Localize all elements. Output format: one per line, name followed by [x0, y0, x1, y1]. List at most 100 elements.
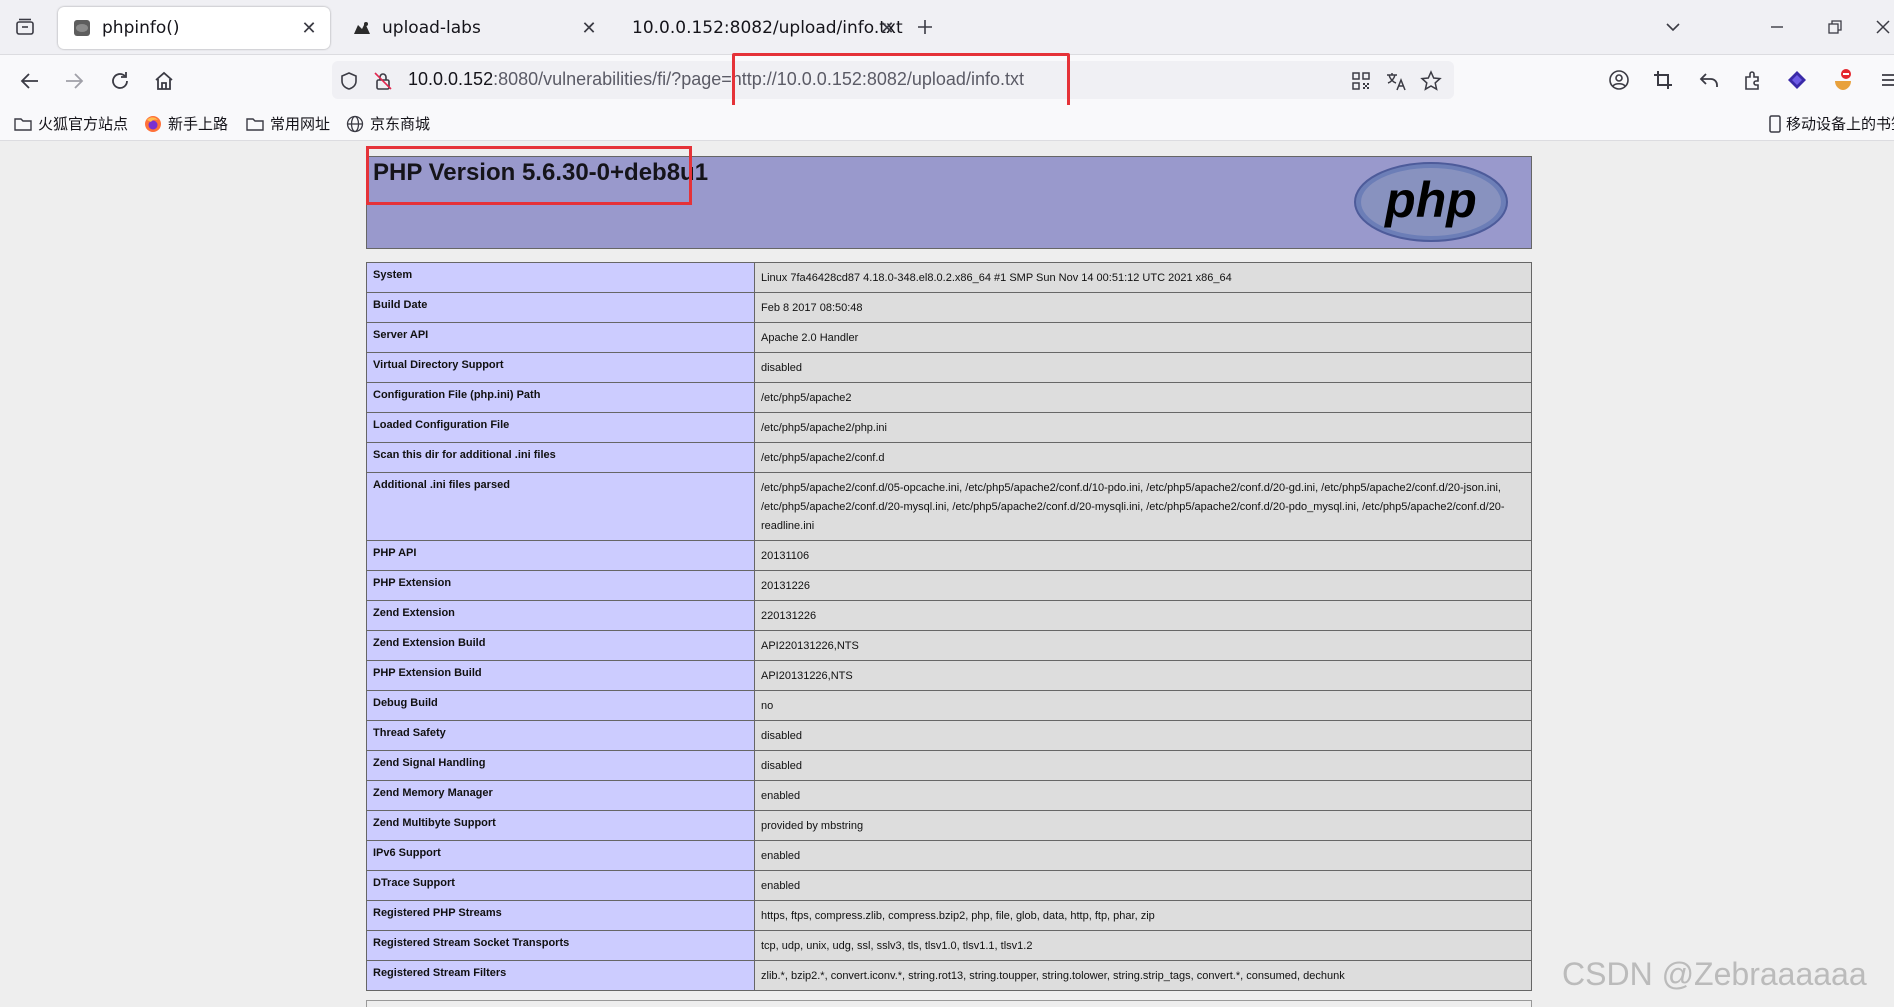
- next-table-edge: [366, 1000, 1532, 1007]
- crop-screenshot-icon[interactable]: [1650, 67, 1676, 93]
- navigation-bar: 10.0.0.152:8080/vulnerabilities/fi/?page…: [0, 55, 1894, 105]
- info-value: disabled: [754, 750, 1532, 781]
- extension-layers-icon[interactable]: [1784, 67, 1810, 93]
- info-key: System: [366, 262, 755, 293]
- info-value: https, ftps, compress.zlib, compress.bzi…: [754, 900, 1532, 931]
- reload-icon[interactable]: [106, 67, 134, 95]
- tab-phpinfo[interactable]: phpinfo() ✕: [58, 7, 330, 49]
- table-row: PHP API 20131106: [366, 540, 1532, 571]
- info-key: DTrace Support: [366, 870, 755, 901]
- info-key: Additional .ini files parsed: [366, 472, 755, 541]
- bookmark-label: 京东商城: [370, 115, 431, 133]
- star-bookmark-icon[interactable]: [1420, 70, 1442, 92]
- info-value: disabled: [754, 352, 1532, 383]
- url-text[interactable]: 10.0.0.152:8080/vulnerabilities/fi/?page…: [408, 69, 1024, 90]
- info-key: Zend Extension Build: [366, 630, 755, 661]
- table-row: DTrace Support enabled: [366, 870, 1532, 901]
- table-row: Zend Memory Manager enabled: [366, 780, 1532, 811]
- tab-title: upload-labs: [382, 18, 481, 38]
- globe-icon: [346, 115, 364, 133]
- bookmark-label: 移动设备上的书签: [1786, 115, 1894, 133]
- info-key: Debug Build: [366, 690, 755, 721]
- info-value: tcp, udp, unix, udg, ssl, sslv3, tls, tl…: [754, 930, 1532, 961]
- qr-code-icon[interactable]: [1350, 70, 1372, 92]
- menu-icon[interactable]: [1876, 67, 1894, 93]
- info-key: Zend Extension: [366, 600, 755, 631]
- translate-icon[interactable]: [1385, 70, 1407, 92]
- shield-icon[interactable]: [338, 70, 360, 92]
- info-value: zlib.*, bzip2.*, convert.iconv.*, string…: [754, 960, 1532, 991]
- tab-list-icon[interactable]: [12, 14, 38, 40]
- table-row: Registered Stream Socket Transports tcp, …: [366, 930, 1532, 961]
- info-key: PHP Extension: [366, 570, 755, 601]
- info-key: Zend Memory Manager: [366, 780, 755, 811]
- info-value: API20131226,NTS: [754, 660, 1532, 691]
- bookmark-mobile-devices[interactable]: 移动设备上的书签: [1766, 113, 1894, 134]
- close-window-icon[interactable]: [1870, 14, 1894, 40]
- url-bar[interactable]: 10.0.0.152:8080/vulnerabilities/fi/?page…: [332, 61, 1454, 99]
- new-tab-icon[interactable]: [912, 14, 938, 40]
- restore-icon[interactable]: [1822, 14, 1848, 40]
- info-key: Build Date: [366, 292, 755, 323]
- insecure-lock-icon[interactable]: [372, 70, 394, 92]
- info-value: /etc/php5/apache2/conf.d: [754, 442, 1532, 473]
- close-icon[interactable]: ✕: [578, 17, 600, 39]
- info-key: Registered Stream Filters: [366, 960, 755, 991]
- info-key: PHP Extension Build: [366, 660, 755, 691]
- table-row: Virtual Directory Support disabled: [366, 352, 1532, 383]
- url-host: 10.0.0.152: [408, 69, 494, 89]
- folder-icon: [246, 115, 264, 133]
- bookmark-common-sites[interactable]: 常用网址: [246, 113, 330, 134]
- info-key: Thread Safety: [366, 720, 755, 751]
- close-icon[interactable]: ✕: [876, 17, 898, 39]
- firefox-icon: [144, 115, 162, 133]
- back-arrow-icon[interactable]: [16, 67, 44, 95]
- folder-icon: [14, 115, 32, 133]
- info-key: Zend Multibyte Support: [366, 810, 755, 841]
- undo-arrow-icon[interactable]: [1696, 67, 1722, 93]
- forward-arrow-icon[interactable]: [60, 67, 88, 95]
- info-value: Feb 8 2017 08:50:48: [754, 292, 1532, 323]
- info-key: Registered PHP Streams: [366, 900, 755, 931]
- tab-upload-labs[interactable]: upload-labs ✕: [338, 7, 610, 49]
- info-key: Server API: [366, 322, 755, 353]
- table-row: PHP Extension 20131226: [366, 570, 1532, 601]
- table-row: Additional .ini files parsed/etc/php5/ap…: [366, 472, 1532, 541]
- close-icon[interactable]: ✕: [298, 17, 320, 39]
- account-icon[interactable]: [1606, 67, 1632, 93]
- info-value: enabled: [754, 870, 1532, 901]
- bookmarks-bar: 火狐官方站点 新手上路 常用网址 京东商城 移动设备上的书签: [0, 105, 1894, 141]
- bookmark-jd-mall[interactable]: 京东商城: [346, 113, 430, 134]
- chevron-down-icon[interactable]: [1660, 14, 1686, 40]
- extension-adblock-icon[interactable]: [1830, 67, 1856, 93]
- home-icon[interactable]: [150, 67, 178, 95]
- extensions-puzzle-icon[interactable]: [1740, 67, 1766, 93]
- table-row: Zend Multibyte Support provided by mbstri…: [366, 810, 1532, 841]
- table-row: Debug Build no: [366, 690, 1532, 721]
- bookmark-label: 新手上路: [168, 115, 229, 133]
- tab-info-txt[interactable]: 10.0.0.152:8082/upload/info.txt ✕: [618, 7, 904, 49]
- table-row: Build Date Feb 8 2017 08:50:48: [366, 292, 1532, 323]
- table-row: Zend Signal Handling disabled: [366, 750, 1532, 781]
- info-key: Virtual Directory Support: [366, 352, 755, 383]
- table-row: Configuration File (php.ini) Path/etc/ph…: [366, 382, 1532, 413]
- tab-title: 10.0.0.152:8082/upload/info.txt: [632, 18, 903, 38]
- upload-labs-favicon-icon: [352, 18, 372, 38]
- info-key: Loaded Configuration File: [366, 412, 755, 443]
- minimize-icon[interactable]: [1764, 14, 1790, 40]
- info-key: Zend Signal Handling: [366, 750, 755, 781]
- php-favicon-icon: [72, 18, 92, 38]
- info-value: no: [754, 690, 1532, 721]
- php-version-header: PHP Version 5.6.30-0+deb8u1 php: [366, 156, 1532, 249]
- info-key: PHP API: [366, 540, 755, 571]
- bookmark-firefox-official[interactable]: 火狐官方站点: [14, 113, 128, 134]
- bookmark-getting-started[interactable]: 新手上路: [144, 113, 228, 134]
- url-path: :8080/vulnerabilities/fi/?page=http://10…: [493, 69, 1024, 89]
- table-row: Server API Apache 2.0 Handler: [366, 322, 1532, 353]
- bookmark-label: 常用网址: [270, 115, 331, 133]
- mobile-device-icon: [1766, 114, 1784, 133]
- page-content: PHP Version 5.6.30-0+deb8u1 php System Li…: [0, 141, 1894, 1007]
- table-row: Registered PHP Streams https, ftps, compr…: [366, 900, 1532, 931]
- php-logo-text: php: [1383, 172, 1477, 228]
- tab-title: phpinfo(): [102, 18, 180, 38]
